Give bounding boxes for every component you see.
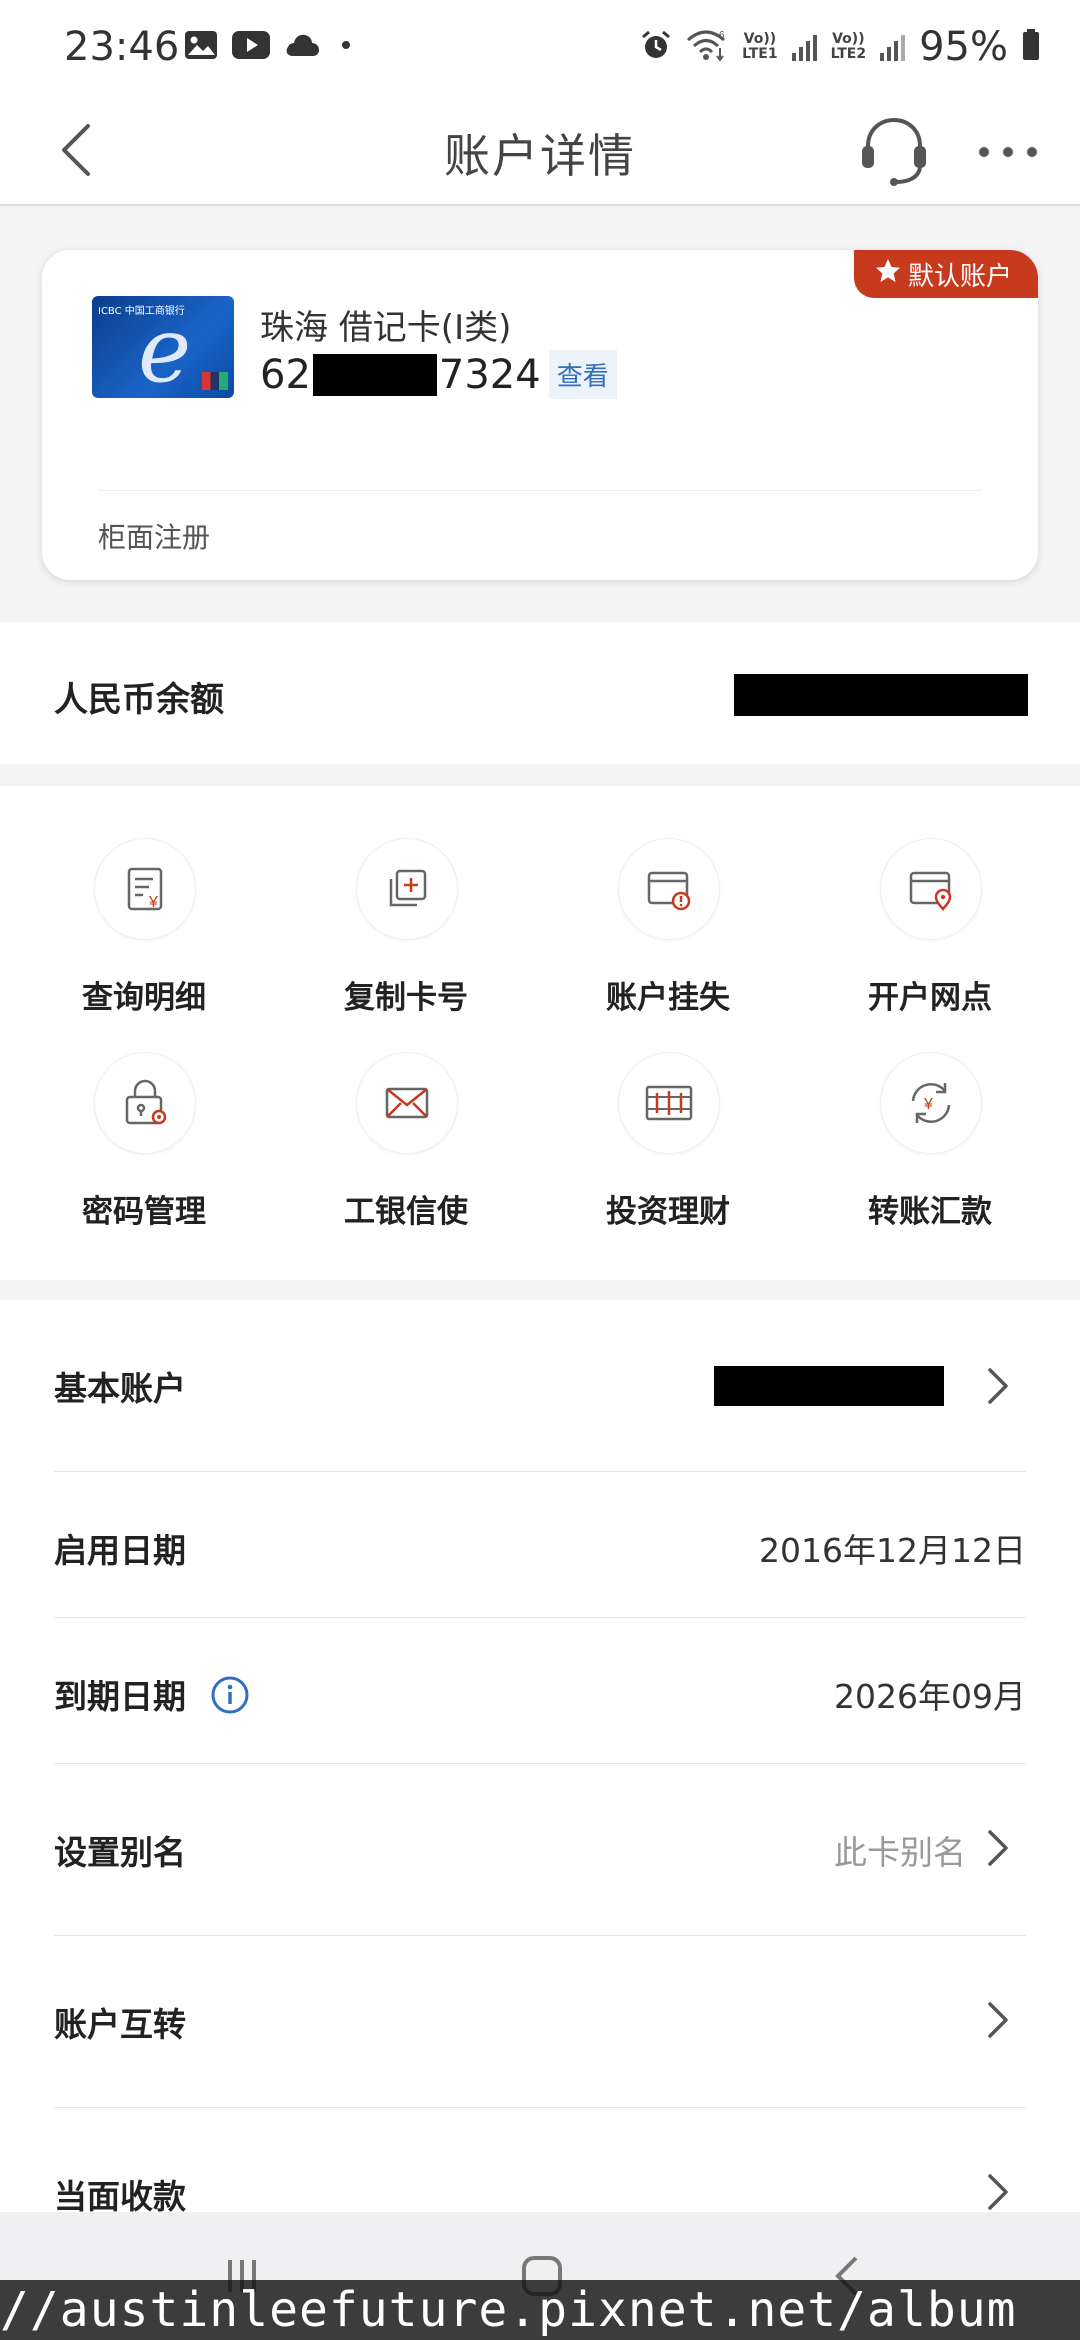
- balance-label: 人民币余额: [54, 680, 224, 720]
- sim2-label: Vo)) LTE2: [830, 31, 867, 62]
- status-time: 23:46: [64, 24, 180, 70]
- card-name: 珠海 借记卡(I类): [260, 308, 512, 348]
- basic-account-row[interactable]: 基本账户: [54, 1300, 1026, 1472]
- signal-icon: [880, 33, 906, 61]
- default-account-badge: 默认账户: [853, 250, 1038, 298]
- notification-icons: [184, 30, 358, 64]
- action-password[interactable]: 密码管理: [24, 1052, 264, 1232]
- invest-icon: [618, 1052, 720, 1154]
- card-image: ICBC 中国工商银行 e: [92, 296, 234, 398]
- mail-icon: [356, 1052, 458, 1154]
- branch-location-icon: [880, 838, 982, 940]
- chevron-right-icon: [982, 1828, 1012, 1868]
- alarm-icon: [640, 29, 672, 65]
- gallery-icon: [184, 30, 218, 64]
- chevron-right-icon: [982, 2172, 1012, 2212]
- report-loss-icon: [618, 838, 720, 940]
- copy-icon: [356, 838, 458, 940]
- transfer-icon: ¥: [880, 1052, 982, 1154]
- wifi-icon: 6: [686, 28, 728, 66]
- watermark-url: //austinleefuture.pixnet.net/album: [0, 2280, 1080, 2340]
- divider: [98, 490, 982, 491]
- action-report-loss[interactable]: 账户挂失: [548, 838, 788, 1018]
- action-messenger[interactable]: 工银信使: [286, 1052, 526, 1232]
- expiry-date-value: 2026年09月: [834, 1677, 1026, 1716]
- action-statement[interactable]: ¥ 查询明细: [24, 838, 264, 1018]
- action-branch[interactable]: 开户网点: [810, 838, 1050, 1018]
- svg-text:¥: ¥: [148, 894, 158, 911]
- action-invest[interactable]: 投资理财: [548, 1052, 788, 1232]
- masked-digits: [312, 353, 437, 396]
- info-icon[interactable]: [210, 1675, 250, 1723]
- battery-icon: [1022, 29, 1040, 65]
- status-bar: 23:46 6 Vo)) LTE1 Vo)) LTE2 95%: [0, 0, 1080, 100]
- more-icon[interactable]: [976, 120, 1040, 180]
- balance-row: 人民币余额: [0, 622, 1080, 764]
- account-details: 基本账户 启用日期 2016年12月12日 到期日期 2026年09月 设置别名…: [0, 1300, 1080, 2240]
- account-transfer-row[interactable]: 账户互转: [54, 1936, 1026, 2108]
- password-icon: [94, 1052, 196, 1154]
- svg-text:¥: ¥: [923, 1096, 933, 1113]
- customer-service-icon[interactable]: [856, 112, 932, 188]
- alias-placeholder: 此卡别名: [834, 1833, 966, 1872]
- star-icon: [874, 257, 902, 292]
- dot-icon: [334, 32, 358, 62]
- header: 账户详情: [0, 100, 1080, 206]
- cloud-icon: [284, 32, 320, 62]
- view-number-button[interactable]: 查看: [548, 350, 617, 399]
- registration-type: 柜面注册: [98, 521, 211, 554]
- svg-text:6: 6: [719, 30, 725, 41]
- battery-percent: 95%: [919, 24, 1008, 70]
- youtube-icon: [232, 31, 270, 63]
- signal-icon: [791, 33, 817, 61]
- expiry-label: 到期日期: [54, 1677, 186, 1716]
- account-card[interactable]: 默认账户 ICBC 中国工商银行 e 珠海 借记卡(I类) 62 7324 查看…: [42, 250, 1038, 580]
- start-date-row: 启用日期 2016年12月12日: [54, 1472, 1026, 1618]
- masked-balance: [734, 674, 1028, 716]
- action-transfer[interactable]: ¥ 转账汇款: [810, 1052, 1050, 1232]
- chevron-right-icon: [982, 2000, 1012, 2040]
- expiry-date-row: 到期日期 2026年09月: [54, 1618, 1026, 1764]
- sim1-label: Vo)) LTE1: [742, 31, 778, 62]
- set-alias-row[interactable]: 设置别名 此卡别名: [54, 1764, 1026, 1936]
- system-icons: 6 Vo)) LTE1 Vo)) LTE2 95%: [640, 24, 1040, 70]
- action-copy-card-number[interactable]: 复制卡号: [286, 838, 526, 1018]
- statement-icon: ¥: [94, 838, 196, 940]
- action-grid: ¥ 查询明细 复制卡号 账户挂失 开户网点 密码管理 工银信使 投资理财 ¥ 转…: [0, 786, 1080, 1280]
- unionpay-logo: [202, 372, 228, 390]
- start-date-value: 2016年12月12日: [759, 1531, 1026, 1570]
- masked-basic-account: [714, 1366, 944, 1406]
- chevron-right-icon: [982, 1366, 1012, 1406]
- card-number: 62 7324 查看: [260, 350, 617, 399]
